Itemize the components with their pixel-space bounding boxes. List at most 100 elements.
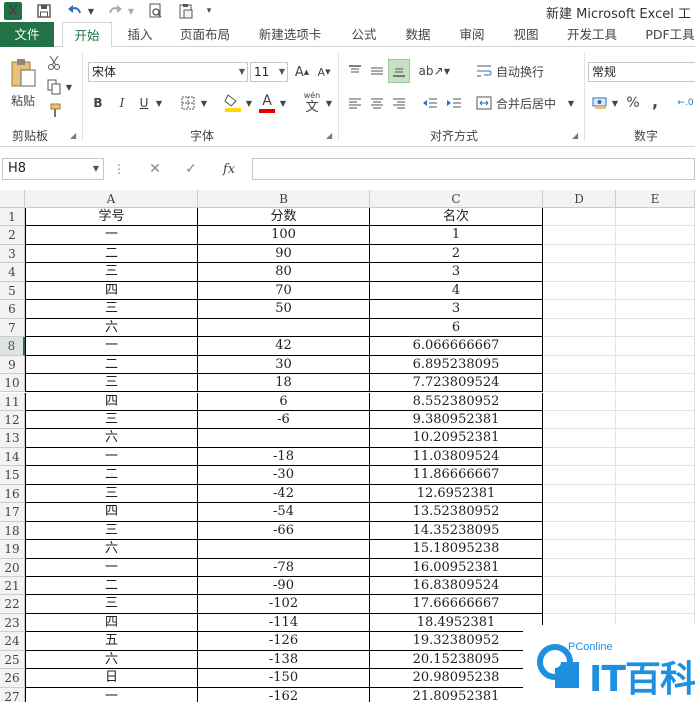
cell-e9[interactable]	[616, 355, 695, 375]
column-header-d[interactable]: D	[543, 190, 616, 208]
cell-c12[interactable]: 9.380952381	[370, 410, 543, 430]
cell-b8[interactable]: 42	[198, 337, 370, 356]
cell-e1[interactable]	[616, 208, 695, 227]
tab-data[interactable]: 数据	[396, 22, 440, 47]
tab-view[interactable]: 视图	[504, 22, 548, 47]
row-header[interactable]: 27	[0, 687, 25, 702]
cell-d6[interactable]	[543, 300, 616, 319]
font-family-select[interactable]: 宋体 ▼	[88, 62, 248, 82]
cell-b2[interactable]: 100	[198, 226, 370, 245]
cell-a5[interactable]: 四	[25, 281, 198, 301]
cell-c24[interactable]: 19.32380952	[370, 632, 543, 651]
save-icon[interactable]	[34, 2, 54, 20]
paste-special-icon[interactable]	[176, 2, 196, 20]
row-header[interactable]: 13	[0, 429, 25, 448]
cell-e6[interactable]	[616, 300, 695, 319]
more-options-icon[interactable]: ⋮	[112, 160, 126, 178]
row-header[interactable]: 1	[0, 208, 25, 227]
cell-b24[interactable]: -126	[198, 632, 370, 651]
row-header[interactable]: 20	[0, 558, 25, 577]
column-header-c[interactable]: C	[370, 190, 543, 208]
accounting-dropdown-icon[interactable]: ▼	[610, 93, 620, 113]
cell-e12[interactable]	[616, 410, 695, 430]
cell-a19[interactable]: 六	[25, 540, 198, 559]
cell-c11[interactable]: 8.552380952	[370, 392, 543, 411]
row-header[interactable]: 4	[0, 263, 25, 282]
cell-e11[interactable]	[616, 392, 695, 411]
cell-a8[interactable]: 一	[25, 337, 198, 356]
cell-c2[interactable]: 1	[370, 226, 543, 245]
cell-c1[interactable]: 名次	[370, 208, 543, 227]
cell-d9[interactable]	[543, 355, 616, 375]
cell-a14[interactable]: 一	[25, 447, 198, 467]
tab-insert[interactable]: 插入	[118, 22, 162, 47]
tab-home[interactable]: 开始	[62, 22, 112, 48]
tab-developer[interactable]: 开发工具	[560, 22, 624, 47]
grow-font-icon[interactable]: A ▲	[294, 62, 310, 82]
select-all-corner[interactable]	[0, 190, 25, 208]
increase-decimal-icon[interactable]: ←.0	[676, 93, 695, 113]
cell-c4[interactable]: 3	[370, 263, 543, 282]
row-header[interactable]: 26	[0, 669, 25, 688]
cell-a23[interactable]: 四	[25, 613, 198, 633]
cell-a24[interactable]: 五	[25, 632, 198, 651]
cell-c26[interactable]: 20.98095238	[370, 669, 543, 688]
cell-a15[interactable]: 二	[25, 466, 198, 485]
column-header-a[interactable]: A	[25, 190, 198, 208]
row-header[interactable]: 8	[0, 337, 25, 356]
cell-b21[interactable]: -90	[198, 577, 370, 596]
cell-d2[interactable]	[543, 226, 616, 245]
cell-d18[interactable]	[543, 521, 616, 541]
cell-d22[interactable]	[543, 595, 616, 614]
fill-color-dropdown-icon[interactable]: ▼	[244, 93, 254, 113]
cell-d17[interactable]	[543, 503, 616, 522]
row-header[interactable]: 12	[0, 410, 25, 430]
cell-d3[interactable]	[543, 244, 616, 264]
cell-a7[interactable]: 六	[25, 318, 198, 338]
cell-b6[interactable]: 50	[198, 300, 370, 319]
cell-c8[interactable]: 6.066666667	[370, 337, 543, 356]
cell-a22[interactable]: 三	[25, 595, 198, 614]
insert-function-icon[interactable]: fx	[216, 160, 242, 178]
cell-b1[interactable]: 分数	[198, 208, 370, 227]
cell-d19[interactable]	[543, 540, 616, 559]
cell-c27[interactable]: 21.80952381	[370, 687, 543, 702]
cell-b25[interactable]: -138	[198, 650, 370, 670]
cell-d21[interactable]	[543, 577, 616, 596]
accounting-format-icon[interactable]	[590, 93, 610, 113]
cell-e22[interactable]	[616, 595, 695, 614]
tab-review[interactable]: 审阅	[450, 22, 494, 47]
cell-c16[interactable]: 12.6952381	[370, 484, 543, 504]
cell-b3[interactable]: 90	[198, 244, 370, 264]
wrap-text-button[interactable]: 自动换行	[476, 61, 550, 81]
cell-b5[interactable]: 70	[198, 281, 370, 301]
cell-c10[interactable]: 7.723809524	[370, 374, 543, 393]
cell-b15[interactable]: -30	[198, 466, 370, 485]
tab-page-layout[interactable]: 页面布局	[172, 22, 238, 47]
row-header[interactable]: 5	[0, 281, 25, 301]
row-header[interactable]: 21	[0, 577, 25, 596]
cell-b9[interactable]: 30	[198, 355, 370, 375]
cell-a26[interactable]: 日	[25, 669, 198, 688]
row-header[interactable]: 19	[0, 540, 25, 559]
cell-b14[interactable]: -18	[198, 447, 370, 467]
cell-e18[interactable]	[616, 521, 695, 541]
cell-a17[interactable]: 四	[25, 503, 198, 522]
cell-c15[interactable]: 11.86666667	[370, 466, 543, 485]
cell-c13[interactable]: 10.20952381	[370, 429, 543, 448]
cell-c20[interactable]: 16.00952381	[370, 558, 543, 577]
cell-c3[interactable]: 2	[370, 244, 543, 264]
cell-a9[interactable]: 二	[25, 355, 198, 375]
row-header[interactable]: 3	[0, 244, 25, 264]
cell-d7[interactable]	[543, 318, 616, 338]
phonetic-guide-icon[interactable]: wén 文	[300, 89, 324, 117]
cell-c21[interactable]: 16.83809524	[370, 577, 543, 596]
cell-d8[interactable]	[543, 337, 616, 356]
cell-a1[interactable]: 学号	[25, 208, 198, 227]
cell-e15[interactable]	[616, 466, 695, 485]
cell-e13[interactable]	[616, 429, 695, 448]
cell-a4[interactable]: 三	[25, 263, 198, 282]
cell-c6[interactable]: 3	[370, 300, 543, 319]
cell-d20[interactable]	[543, 558, 616, 577]
cell-a16[interactable]: 三	[25, 484, 198, 504]
